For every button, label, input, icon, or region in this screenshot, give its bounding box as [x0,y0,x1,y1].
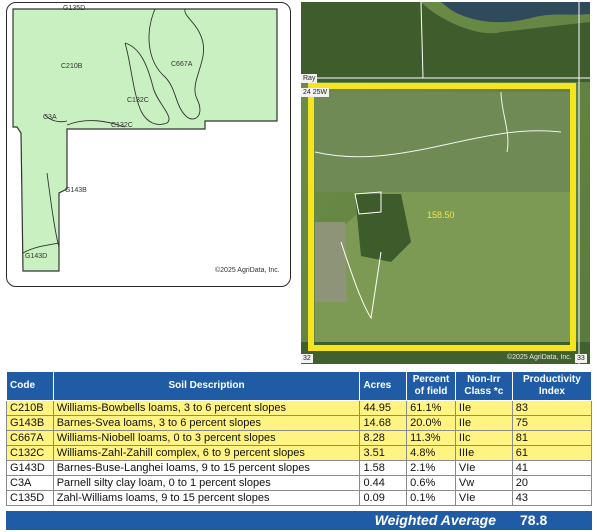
soil-map: G135D C210B C667A C132C C132C C3A G143B … [6,2,291,287]
soil-code: C210B [6,400,54,416]
header-code: Code [6,371,54,401]
soil-class: IIIe [454,445,513,461]
map-label: G143D [25,253,48,260]
soil-description: Williams-Bowbells loams, 3 to 6 percent … [52,400,361,416]
soil-description: Williams-Niobell loams, 0 to 3 percent s… [52,430,361,446]
weighted-average-value: 78.8 [520,512,548,528]
header-productivity: Productivity Index [511,371,593,401]
aerial-field-north [315,92,573,192]
soil-productivity: 81 [511,430,593,446]
header-description: Soil Description [52,371,361,401]
table-row: C210B Williams-Bowbells loams, 3 to 6 per… [6,400,593,416]
soil-class: IIc [454,430,513,446]
section-tag-right: 33 [575,354,587,363]
soil-percent: 11.3% [406,430,456,446]
table-row: C3A Parnell silty clay loam, 0 to 1 perce… [6,475,593,491]
soil-acres: 44.95 [359,400,408,416]
soil-acres: 8.28 [359,430,408,446]
soil-map-copyright: ©2025 AgriData, Inc. [215,267,280,274]
table-row: G143D Barnes-Buse-Langhei loams, 9 to 15 … [6,460,593,476]
soil-acres: 0.44 [359,475,408,491]
soil-code: G143B [6,415,54,431]
road-tag: Ray [301,74,318,83]
soil-code: G143D [6,460,54,476]
soil-table-body: C210B Williams-Bowbells loams, 3 to 6 per… [6,400,593,506]
aerial-drawing [301,2,590,364]
section-tag: 24 25W [301,88,330,97]
soil-percent: 2.1% [406,460,456,476]
soil-table: Code Soil Description Acres Percent of f… [6,371,593,506]
map-label: C132C [111,122,133,129]
soil-description: Parnell silty clay loam, 0 to 1 percent … [52,475,361,491]
soil-productivity: 41 [511,460,593,476]
section-tag-left: 32 [301,354,313,363]
soil-description: Zahl-Williams loams, 9 to 15 percent slo… [52,490,361,506]
map-label: C3A [43,114,57,121]
soil-class: IIe [454,400,513,416]
weighted-average-label: Weighted Average [374,512,496,528]
soil-class: Vw [454,475,513,491]
table-header-row: Code Soil Description Acres Percent of f… [6,371,593,401]
soil-class: VIe [454,490,513,506]
soil-percent: 4.8% [406,445,456,461]
soil-description: Barnes-Svea loams, 3 to 6 percent slopes [52,415,361,431]
aerial-image: Ray 24 25W 32 33 158.50 ©2025 AgriData, … [301,2,590,364]
table-row: C135D Zahl-Williams loams, 9 to 15 percen… [6,490,593,506]
soil-productivity: 20 [511,475,593,491]
soil-productivity: 83 [511,400,593,416]
header-acres: Acres [359,371,408,401]
soil-acres: 0.09 [359,490,408,506]
soil-class: IIe [454,415,513,431]
soil-code: C135D [6,490,54,506]
soil-productivity: 61 [511,445,593,461]
soil-code: C132C [6,445,54,461]
map-label: C667A [171,61,193,68]
table-row: G143B Barnes-Svea loams, 3 to 6 percent s… [6,415,593,431]
soil-acres: 14.68 [359,415,408,431]
soil-percent: 0.1% [406,490,456,506]
soil-acres: 3.51 [359,445,408,461]
soil-percent: 20.0% [406,415,456,431]
soil-percent: 0.6% [406,475,456,491]
soil-class: VIe [454,460,513,476]
weighted-average-bar: Weighted Average 78.8 [6,511,592,530]
aerial-copyright: ©2025 AgriData, Inc. [507,354,572,361]
map-label: G143B [65,187,87,194]
table-row: C132C Williams-Zahl-Zahill complex, 6 to … [6,445,593,461]
aerial-farmstead [315,222,347,302]
header-class: Non-Irr Class *c [454,371,513,401]
soil-productivity: 75 [511,415,593,431]
soil-code: C667A [6,430,54,446]
soil-acres: 1.58 [359,460,408,476]
soil-description: Barnes-Buse-Langhei loams, 9 to 15 perce… [52,460,361,476]
table-row: C667A Williams-Niobell loams, 0 to 3 perc… [6,430,593,446]
map-label: C210B [61,63,83,70]
field-acres-label: 158.50 [427,210,455,220]
soil-productivity: 43 [511,490,593,506]
header-percent: Percent of field [406,371,456,401]
soil-map-drawing [12,8,278,272]
soil-code: C3A [6,475,54,491]
soil-percent: 61.1% [406,400,456,416]
map-label: G135D [63,5,86,12]
soil-description: Williams-Zahl-Zahill complex, 6 to 9 per… [52,445,361,461]
soil-field-outline [12,8,278,272]
map-label: C132C [127,97,149,104]
